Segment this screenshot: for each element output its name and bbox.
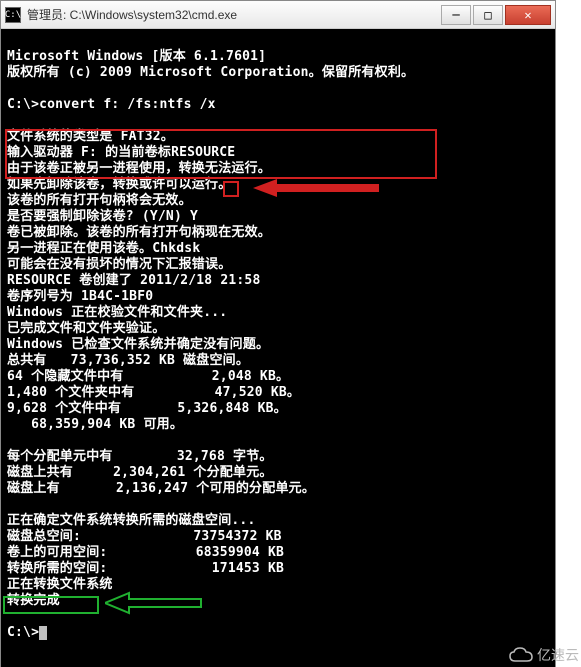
line: 已完成文件和文件夹验证。 [7,321,165,336]
line: Windows 已检查文件系统并确定没有问题。 [7,337,269,352]
close-button[interactable]: ✕ [505,5,551,25]
prompt-line: C:\> [7,625,39,640]
cloud-icon [509,647,533,663]
line: 转换所需的空间: 171453 KB [7,561,284,576]
line: 如果先卸除该卷，转换或许可以运行。 [7,177,231,192]
line: 1,480 个文件夹中有 47,520 KB。 [7,385,300,400]
line: 正在转换文件系统 [7,577,113,592]
watermark-text: 亿速云 [537,645,579,665]
line: 磁盘上有 2,136,247 个可用的分配单元。 [7,481,315,496]
line: 64 个隐藏文件中有 2,048 KB。 [7,369,289,384]
line: 卷上的可用空间: 68359904 KB [7,545,284,560]
line: 卷序列号为 1B4C-1BF0 [7,289,153,304]
console-output[interactable]: Microsoft Windows [版本 6.1.7601] 版权所有 (c)… [1,29,555,667]
prompt-line: C:\>convert f: /fs:ntfs /x [7,97,216,112]
minimize-button[interactable]: ─ [441,5,471,25]
cmd-window: C:\ 管理员: C:\Windows\system32\cmd.exe ─ □… [0,0,556,667]
window-title: 管理员: C:\Windows\system32\cmd.exe [27,6,441,23]
line: 磁盘上共有 2,304,261 个分配单元。 [7,465,273,480]
line: 卷已被卸除。该卷的所有打开句柄现在无效。 [7,225,271,240]
line: 磁盘总空间: 73754372 KB [7,529,282,544]
window-controls: ─ □ ✕ [441,5,551,25]
line: 每个分配单元中有 32,768 字节。 [7,449,273,464]
line: 输入驱动器 F: 的当前卷标RESOURCE [7,145,235,160]
cursor [39,626,47,640]
line: 版权所有 (c) 2009 Microsoft Corporation。保留所有… [7,65,414,80]
annotation-green-arrow-icon [105,591,205,615]
line: 文件系统的类型是 FAT32。 [7,129,174,144]
line: 正在确定文件系统转换所需的磁盘空间... [7,513,255,528]
line: 是否要强制卸除该卷? (Y/N) Y [7,209,198,224]
line: 可能会在没有损坏的情况下汇报错误。 [7,257,231,272]
line: Microsoft Windows [版本 6.1.7601] [7,49,266,64]
line: 总共有 73,736,352 KB 磁盘空间。 [7,353,249,368]
line: 由于该卷正被另一进程使用，转换无法运行。 [7,161,271,176]
line: 该卷的所有打开句柄将会无效。 [7,193,192,208]
titlebar[interactable]: C:\ 管理员: C:\Windows\system32\cmd.exe ─ □… [1,1,555,29]
maximize-button[interactable]: □ [473,5,503,25]
line: Windows 正在校验文件和文件夹... [7,305,227,320]
line: RESOURCE 卷创建了 2011/2/18 21:58 [7,273,260,288]
annotation-red-arrow-icon [253,177,383,199]
line: 另一进程正在使用该卷。Chkdsk [7,241,200,256]
watermark: 亿速云 [509,645,579,665]
line: 转换完成 [7,593,60,608]
line: 68,359,904 KB 可用。 [7,417,183,432]
line: 9,628 个文件中有 5,326,848 KB。 [7,401,287,416]
cmd-icon: C:\ [5,7,21,23]
